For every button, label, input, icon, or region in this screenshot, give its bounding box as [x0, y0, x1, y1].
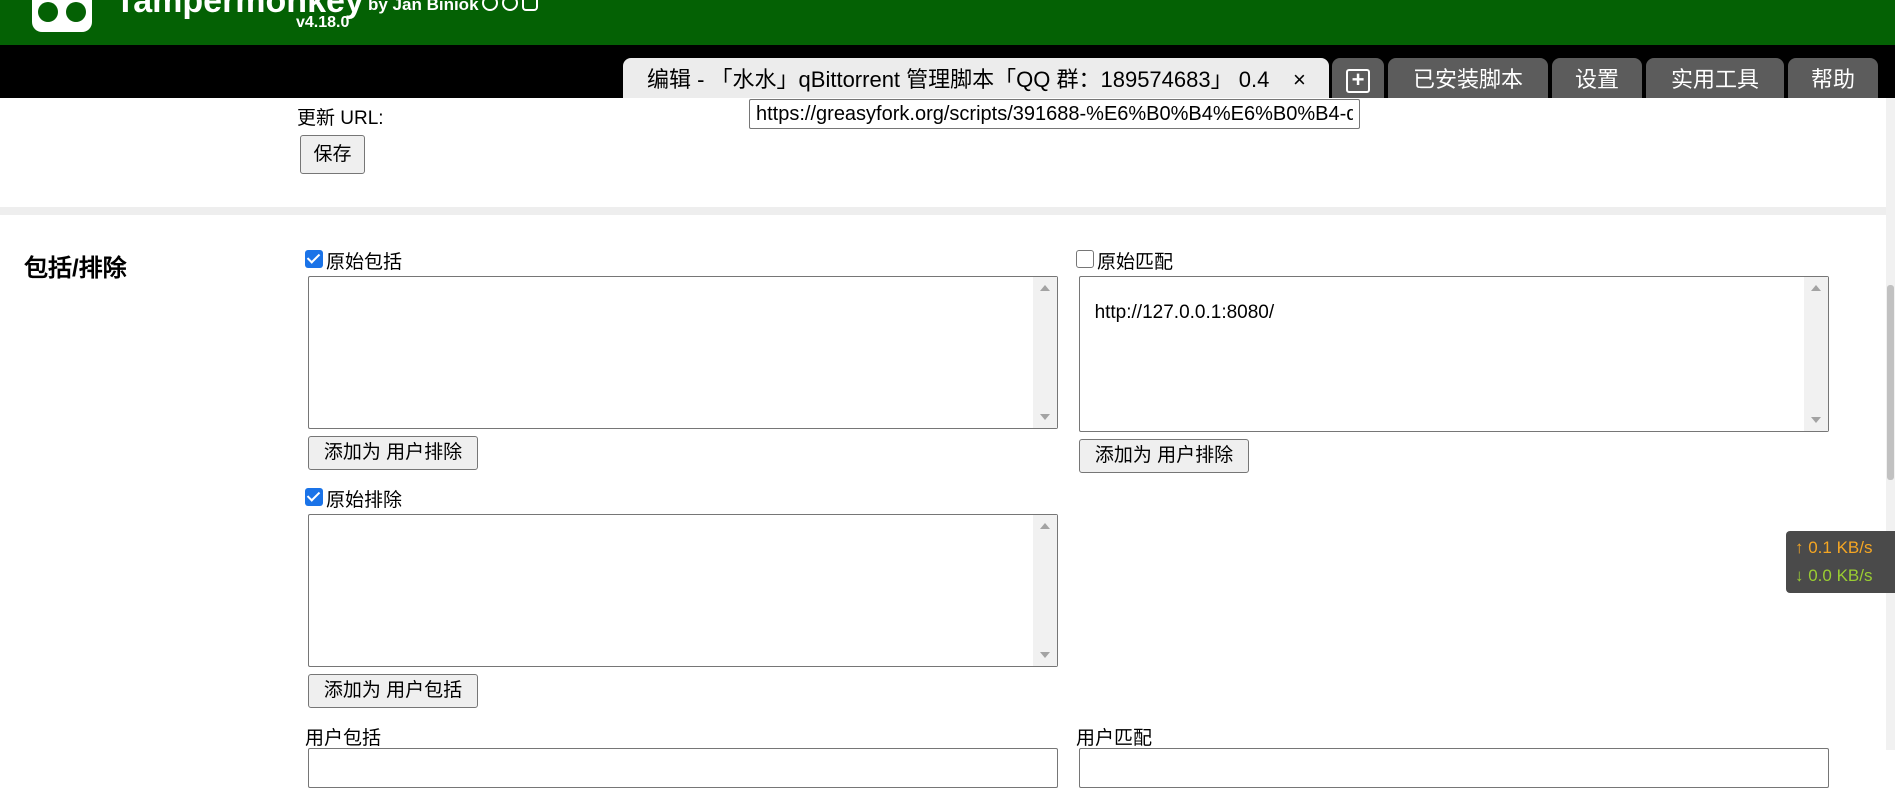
user-include-label: 用户包括 [305, 728, 382, 749]
scroll-down-icon[interactable] [1811, 417, 1821, 423]
upload-speed: ↑ 0.1 KB/s [1795, 538, 1873, 557]
original-include-label: 原始包括 [326, 252, 403, 273]
original-include-checkbox[interactable] [305, 250, 323, 268]
textarea-scrollbar[interactable] [1804, 277, 1828, 431]
textarea-scrollbar[interactable] [1033, 277, 1057, 428]
scroll-down-icon[interactable] [1040, 414, 1050, 420]
original-exclude-textarea[interactable] [308, 514, 1058, 667]
user-match-textarea[interactable] [1079, 748, 1829, 788]
original-match-textarea[interactable]: http://127.0.0.1:8080/ [1079, 276, 1829, 432]
close-icon[interactable]: × [1293, 58, 1306, 102]
add-as-user-exclude-button[interactable]: 添加为 用户排除 [1079, 439, 1249, 473]
app-version: v4.18.0 [296, 14, 350, 31]
app-author: by Jan Biniok [368, 0, 479, 14]
add-as-user-include-button[interactable]: 添加为 用户包括 [308, 674, 478, 708]
scroll-up-icon[interactable] [1040, 285, 1050, 291]
github-icon[interactable] [482, 0, 498, 11]
scroll-up-icon[interactable] [1040, 523, 1050, 529]
scroll-down-icon[interactable] [1040, 652, 1050, 658]
save-button[interactable]: 保存 [300, 135, 365, 174]
original-include-textarea[interactable] [308, 276, 1058, 429]
update-url-label: 更新 URL: [297, 108, 384, 129]
scroll-up-icon[interactable] [1811, 285, 1821, 291]
add-as-user-exclude-button[interactable]: 添加为 用户排除 [308, 436, 478, 470]
tab-settings[interactable]: 设置 [1552, 58, 1642, 98]
tab-utilities[interactable]: 实用工具 [1646, 58, 1784, 98]
add-icon: + [1346, 69, 1370, 93]
facebook-icon[interactable] [502, 0, 518, 11]
tab-installed-scripts[interactable]: 已安装脚本 [1388, 58, 1548, 98]
tab-help[interactable]: 帮助 [1788, 58, 1878, 98]
page-scrollbar-thumb[interactable] [1887, 285, 1894, 480]
original-match-value: http://127.0.0.1:8080/ [1094, 302, 1275, 323]
instagram-icon[interactable] [522, 0, 538, 11]
original-exclude-checkbox[interactable] [305, 488, 323, 506]
original-match-label: 原始匹配 [1097, 252, 1174, 273]
social-links [482, 0, 538, 11]
tampermonkey-logo-icon [32, 0, 92, 32]
tab-editor[interactable]: 编辑 - 「水水」qBittorrent 管理脚本「QQ 群：189574683… [623, 58, 1329, 98]
original-exclude-label: 原始排除 [326, 490, 403, 511]
textarea-scrollbar[interactable] [1033, 515, 1057, 666]
original-match-checkbox[interactable] [1076, 250, 1094, 268]
user-match-label: 用户匹配 [1076, 728, 1153, 749]
tab-new-script[interactable]: + [1332, 58, 1384, 98]
user-include-textarea[interactable] [308, 748, 1058, 788]
tab-editor-label: 编辑 - 「水水」qBittorrent 管理脚本「QQ 群：189574683… [647, 67, 1270, 92]
section-title: 包括/排除 [24, 255, 127, 282]
section-divider [0, 207, 1886, 215]
update-url-input[interactable] [749, 99, 1360, 129]
download-speed: ↓ 0.0 KB/s [1795, 566, 1873, 585]
